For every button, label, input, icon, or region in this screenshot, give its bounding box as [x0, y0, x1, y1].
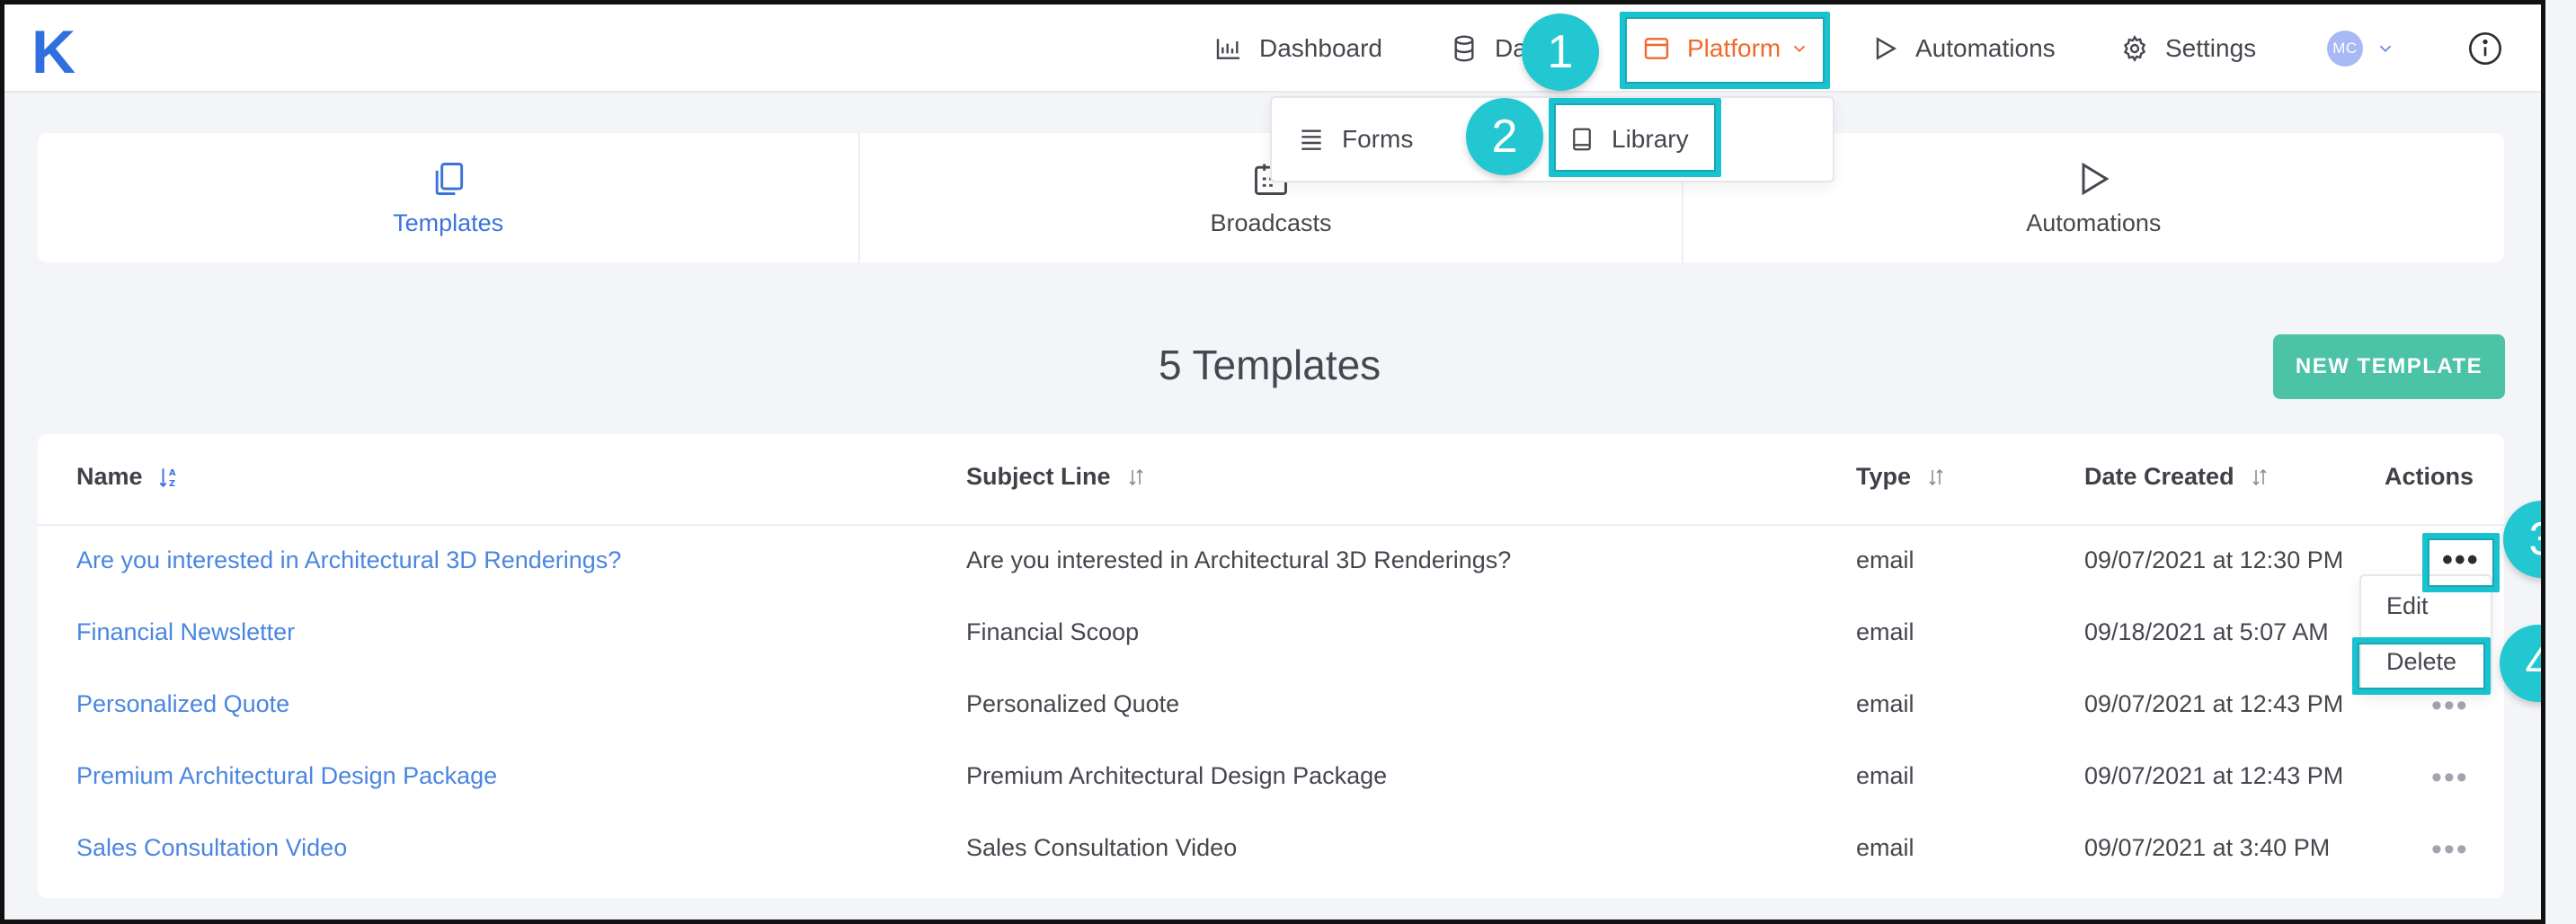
row-3-more-button[interactable]: •••	[2431, 690, 2469, 721]
row-5-more-button[interactable]: •••	[2431, 834, 2469, 865]
header-divider	[38, 524, 2504, 526]
callout-highlight-platform	[1620, 12, 1830, 89]
row-5-name-link[interactable]: Sales Consultation Video	[76, 834, 347, 862]
tab-automations-label: Automations	[2026, 209, 2162, 236]
row-2-type: email	[1856, 618, 1914, 645]
sort-icon	[1128, 468, 1143, 485]
tab-broadcasts-label: Broadcasts	[1210, 209, 1332, 236]
database-icon	[1454, 35, 1474, 62]
column-date-label: Date Created	[2084, 463, 2234, 490]
row-4-more-button[interactable]: •••	[2431, 762, 2469, 793]
column-header-type[interactable]: Type	[1856, 463, 1947, 491]
row-1-subject: Are you interested in Architectural 3D R…	[966, 546, 1512, 573]
bar-chart-icon	[1216, 39, 1239, 59]
column-subject-label: Subject Line	[966, 463, 1111, 490]
tab-templates[interactable]: Templates	[38, 133, 861, 262]
callout-highlight-more	[2422, 533, 2500, 592]
callout-highlight-library	[1549, 98, 1721, 177]
row-2-date: 09/18/2021 at 5:07 AM	[2084, 618, 2329, 645]
nav-settings-label: Settings	[2165, 34, 2257, 62]
sort-alpha-icon: AZ	[159, 467, 176, 488]
user-menu[interactable]: MC	[2327, 4, 2395, 93]
svg-text:Z: Z	[169, 478, 175, 488]
row-2-subject: Financial Scoop	[966, 618, 1140, 645]
column-name-label: Name	[76, 463, 143, 490]
tab-templates-label: Templates	[393, 209, 504, 236]
avatar: MC	[2327, 31, 2363, 67]
row-3-subject: Personalized Quote	[966, 690, 1180, 717]
gear-icon	[2123, 34, 2146, 63]
row-5-type: email	[1856, 834, 1914, 861]
row-1-date: 09/07/2021 at 12:30 PM	[2084, 546, 2344, 573]
callout-badge-3: 3	[2503, 501, 2541, 578]
list-icon	[1301, 129, 1321, 150]
nav-dashboard[interactable]: Dashboard	[1214, 4, 1382, 93]
info-button[interactable]	[2467, 4, 2503, 93]
row-1-type: email	[1856, 546, 1914, 573]
nav-data[interactable]: Da	[1450, 4, 1527, 93]
top-navigation: K Dashboard Da Platform Automations Sett…	[4, 4, 2541, 93]
svg-text:A: A	[169, 467, 176, 477]
row-5-date: 09/07/2021 at 3:40 PM	[2084, 834, 2331, 861]
column-type-label: Type	[1856, 463, 1912, 490]
row-4-name-link[interactable]: Premium Architectural Design Package	[76, 762, 497, 790]
nav-automations[interactable]: Automations	[1870, 4, 2056, 93]
page-title: 5 Templates	[1159, 342, 1381, 388]
callout-badge-4: 4	[2500, 625, 2541, 702]
row-3-type: email	[1856, 690, 1914, 717]
templates-table	[38, 434, 2504, 898]
info-icon	[2469, 32, 2501, 65]
dropdown-forms-label: Forms	[1342, 125, 1414, 153]
sort-icon	[2252, 468, 2267, 485]
row-3-name-link[interactable]: Personalized Quote	[76, 690, 289, 718]
sort-icon	[1929, 468, 1943, 485]
chevron-down-icon	[2379, 45, 2392, 53]
copy-icon	[435, 162, 463, 195]
column-actions-label: Actions	[2385, 463, 2474, 490]
new-template-button[interactable]: NEW TEMPLATE	[2273, 334, 2505, 399]
dropdown-item-forms[interactable]: Forms	[1297, 98, 1413, 181]
column-header-subject[interactable]: Subject Line	[966, 463, 1147, 491]
callout-highlight-delete	[2352, 637, 2491, 695]
column-header-date[interactable]: Date Created	[2084, 463, 2270, 491]
row-4-type: email	[1856, 762, 1914, 789]
brand-logo[interactable]: K	[31, 17, 76, 87]
row-1-name-link[interactable]: Are you interested in Architectural 3D R…	[76, 546, 621, 574]
play-icon	[2082, 162, 2110, 195]
row-3-date: 09/07/2021 at 12:43 PM	[2084, 690, 2344, 717]
nav-automations-label: Automations	[1915, 34, 2056, 62]
column-header-actions: Actions	[2385, 463, 2474, 491]
row-5-subject: Sales Consultation Video	[966, 834, 1238, 861]
row-4-date: 09/07/2021 at 12:43 PM	[2084, 762, 2344, 789]
callout-badge-2: 2	[1466, 98, 1543, 175]
play-icon	[1876, 37, 1897, 60]
nav-settings[interactable]: Settings	[2120, 4, 2256, 93]
column-header-name[interactable]: Name AZ	[76, 463, 181, 491]
app-frame: K Dashboard Da Platform Automations Sett…	[0, 0, 2545, 924]
callout-badge-1: 1	[1522, 13, 1599, 91]
row-4-subject: Premium Architectural Design Package	[966, 762, 1388, 789]
nav-dashboard-label: Dashboard	[1259, 34, 1382, 62]
action-menu-edit[interactable]: Edit	[2386, 592, 2429, 620]
row-2-name-link[interactable]: Financial Newsletter	[76, 618, 295, 646]
